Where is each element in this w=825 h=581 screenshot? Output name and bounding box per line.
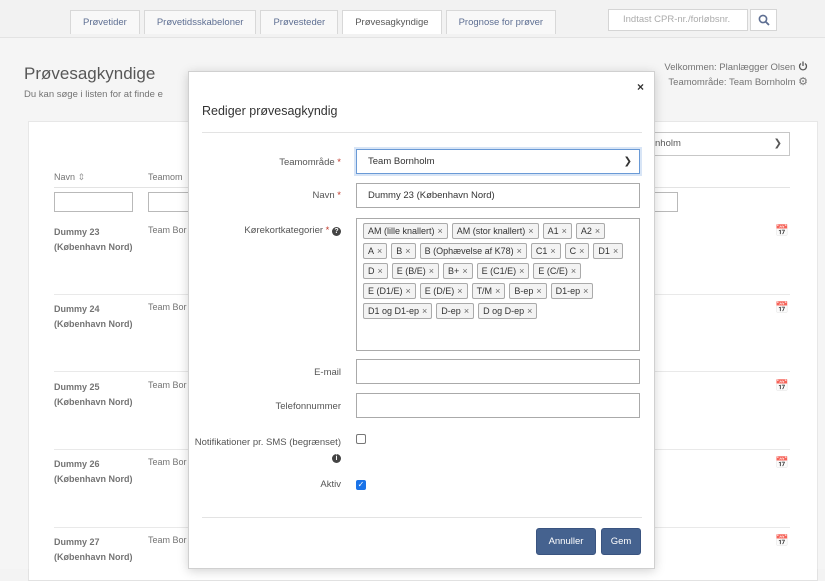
kategori-tag: B+ × bbox=[443, 263, 473, 279]
kategori-tag: AM (lille knallert) × bbox=[363, 223, 448, 239]
save-button[interactable]: Gem bbox=[601, 528, 641, 555]
kategori-tag-label: A bbox=[368, 246, 375, 256]
remove-tag-icon[interactable]: × bbox=[528, 226, 533, 236]
kategori-tag: A1 × bbox=[542, 223, 572, 239]
kategori-tag: D1-ep × bbox=[550, 283, 594, 299]
remove-tag-icon[interactable]: × bbox=[429, 266, 434, 276]
kategori-tag: B × bbox=[391, 243, 416, 259]
kategori-tag-label: E (C/E) bbox=[538, 266, 568, 276]
kategori-tag-label: B+ bbox=[448, 266, 460, 276]
kategori-tag: E (D/E) × bbox=[419, 283, 468, 299]
kategori-tag-label: E (B/E) bbox=[396, 266, 426, 276]
remove-tag-icon[interactable]: × bbox=[495, 286, 500, 296]
remove-tag-icon[interactable]: × bbox=[613, 246, 618, 256]
kategori-tag-label: C1 bbox=[535, 246, 548, 256]
kategori-tag-label: E (D/E) bbox=[424, 286, 455, 296]
kategori-tag: C × bbox=[564, 243, 590, 259]
remove-tag-icon[interactable]: × bbox=[517, 246, 522, 256]
kategori-tag-label: AM (stor knallert) bbox=[456, 226, 526, 236]
info-icon[interactable]: i bbox=[332, 454, 341, 463]
kategori-tag-label: A1 bbox=[547, 226, 559, 236]
kategori-tag-label: D1-ep bbox=[555, 286, 581, 296]
teamomraade-value: Team Bornholm bbox=[368, 156, 435, 167]
dialog-title: Rediger prøvesagkyndig bbox=[202, 104, 338, 118]
remove-tag-icon[interactable]: × bbox=[377, 246, 382, 256]
kategori-tag: B (Ophævelse af K78) × bbox=[419, 243, 527, 259]
remove-tag-icon[interactable]: × bbox=[405, 246, 410, 256]
remove-tag-icon[interactable]: × bbox=[406, 286, 411, 296]
remove-tag-icon[interactable]: × bbox=[536, 286, 541, 296]
kategori-tag: T/M × bbox=[471, 283, 506, 299]
remove-tag-icon[interactable]: × bbox=[464, 306, 469, 316]
navn-label: Navn * bbox=[312, 190, 341, 201]
teamomraade-select[interactable]: Team Bornholm ❯ bbox=[356, 149, 640, 174]
kategori-tag: D1 og D1-ep × bbox=[363, 303, 433, 319]
kategori-tag-label: B bbox=[396, 246, 403, 256]
email-input[interactable] bbox=[356, 359, 640, 384]
kategori-tag-label: D1 og D1-ep bbox=[368, 306, 420, 316]
dialog-footer-divider bbox=[202, 517, 642, 518]
telefon-label: Telefonnummer bbox=[275, 401, 341, 412]
kategori-tag: E (C/E) × bbox=[533, 263, 582, 279]
remove-tag-icon[interactable]: × bbox=[378, 266, 383, 276]
kategori-tag: AM (stor knallert) × bbox=[451, 223, 539, 239]
kategori-tag-label: C bbox=[569, 246, 577, 256]
kategori-tag: A × bbox=[363, 243, 388, 259]
kategori-tag: E (C1/E) × bbox=[476, 263, 530, 279]
kategori-tag: A2 × bbox=[575, 223, 606, 239]
kategori-tag-label: AM (lille knallert) bbox=[368, 226, 435, 236]
kategorier-multiselect[interactable]: AM (lille knallert) × AM (stor knallert) × A… bbox=[356, 218, 640, 351]
remove-tag-icon[interactable]: × bbox=[550, 246, 555, 256]
sms-checkbox[interactable] bbox=[356, 434, 366, 444]
remove-tag-icon[interactable]: × bbox=[519, 266, 524, 276]
kategori-tag-label: E (C1/E) bbox=[481, 266, 517, 276]
chevron-down-icon: ❯ bbox=[623, 156, 632, 167]
edit-dialog: × Rediger prøvesagkyndig Teamområde * Te… bbox=[188, 71, 655, 569]
kategori-tag: B-ep × bbox=[509, 283, 547, 299]
kategori-tag-label: A2 bbox=[580, 226, 592, 236]
navn-input[interactable]: Dummy 23 (København Nord) bbox=[356, 183, 640, 208]
remove-tag-icon[interactable]: × bbox=[422, 306, 427, 316]
kategori-tag: E (B/E) × bbox=[391, 263, 440, 279]
kategori-tag: D og D-ep × bbox=[478, 303, 538, 319]
kategori-tag-label: D1 bbox=[598, 246, 610, 256]
aktiv-checkbox[interactable]: ✓ bbox=[356, 480, 366, 490]
remove-tag-icon[interactable]: × bbox=[462, 266, 467, 276]
remove-tag-icon[interactable]: × bbox=[595, 226, 600, 236]
kategori-tag: C1 × bbox=[530, 243, 561, 259]
remove-tag-icon[interactable]: × bbox=[457, 286, 462, 296]
kategorier-label: Kørekortkategorier * ? bbox=[244, 225, 341, 236]
kategori-tag-label: D bbox=[368, 266, 375, 276]
kategori-tag-label: B-ep bbox=[514, 286, 534, 296]
dialog-divider bbox=[202, 132, 642, 133]
close-icon[interactable]: × bbox=[637, 80, 644, 94]
remove-tag-icon[interactable]: × bbox=[583, 286, 588, 296]
kategori-tag: D × bbox=[363, 263, 388, 279]
kategori-tag: E (D1/E) × bbox=[363, 283, 416, 299]
kategori-tag-label: T/M bbox=[476, 286, 493, 296]
remove-tag-icon[interactable]: × bbox=[527, 306, 532, 316]
kategori-tag-label: E (D1/E) bbox=[368, 286, 403, 296]
remove-tag-icon[interactable]: × bbox=[562, 226, 567, 236]
kategori-tag: D-ep × bbox=[436, 303, 475, 319]
sms-label: Notifikationer pr. SMS (begrænset) i bbox=[194, 437, 341, 463]
kategori-tag-label: D og D-ep bbox=[483, 306, 525, 316]
remove-tag-icon[interactable]: × bbox=[571, 266, 576, 276]
kategori-tag: D1 × bbox=[593, 243, 624, 259]
help-icon[interactable]: ? bbox=[332, 227, 341, 236]
remove-tag-icon[interactable]: × bbox=[579, 246, 584, 256]
email-label: E-mail bbox=[314, 367, 341, 378]
cancel-button[interactable]: Annuller bbox=[536, 528, 596, 555]
teamomraade-label: Teamområde * bbox=[279, 157, 341, 168]
remove-tag-icon[interactable]: × bbox=[438, 226, 443, 236]
kategori-tag-label: D-ep bbox=[441, 306, 461, 316]
telefon-input[interactable] bbox=[356, 393, 640, 418]
aktiv-label: Aktiv bbox=[320, 479, 341, 490]
kategori-tag-label: B (Ophævelse af K78) bbox=[424, 246, 514, 256]
